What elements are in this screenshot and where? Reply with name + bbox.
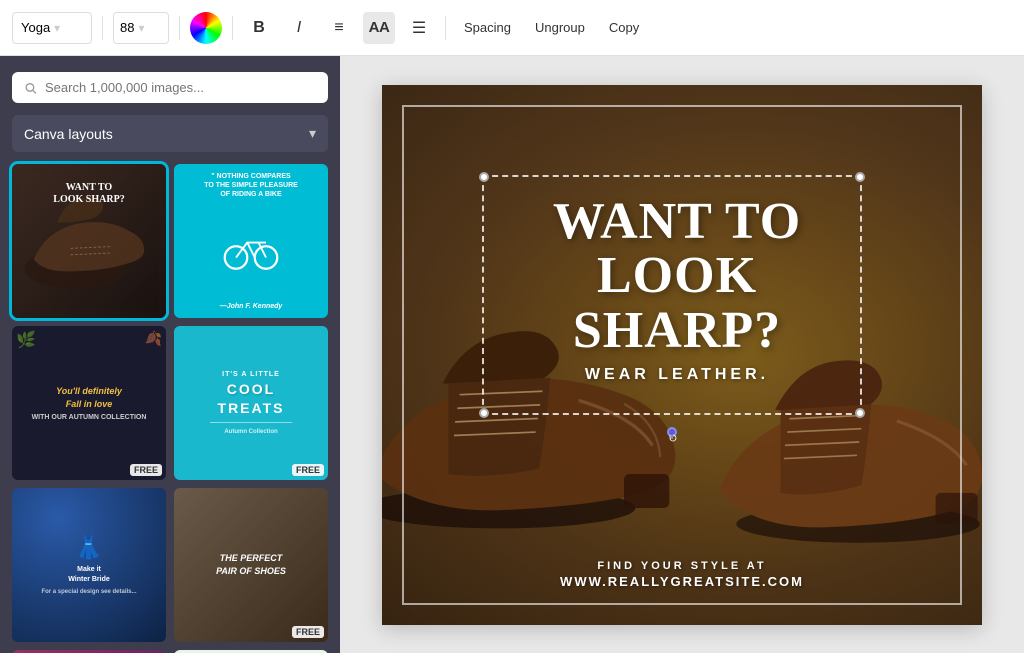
headline-line-2: LOOK SHARP? [492, 249, 862, 358]
canvas[interactable]: WANT TO LOOK SHARP? WEAR LEATHER. FIND Y… [382, 85, 982, 625]
spacing-button[interactable]: Spacing [456, 16, 519, 39]
ungroup-button[interactable]: Ungroup [527, 16, 593, 39]
list-button[interactable]: ☰ [403, 12, 435, 44]
divider-1 [102, 16, 103, 40]
main-area: Canva layouts ▾ [0, 56, 1024, 653]
spacing-label: Spacing [464, 20, 511, 35]
ungroup-label: Ungroup [535, 20, 585, 35]
list-icon: ☰ [412, 18, 426, 38]
align-icon: ≡ [334, 19, 343, 37]
italic-icon: I [297, 19, 301, 37]
free-badge-4: FREE [292, 464, 324, 476]
copy-label: Copy [609, 20, 639, 35]
copy-button[interactable]: Copy [601, 16, 647, 39]
free-badge-3: FREE [130, 464, 162, 476]
font-size-select[interactable]: 88 ▾ [113, 12, 169, 44]
layouts-label: Canva layouts [24, 126, 113, 142]
divider-3 [232, 16, 233, 40]
font-size-label: 88 [120, 20, 134, 35]
search-bar[interactable] [12, 72, 328, 103]
canvas-bottom-text: FIND YOUR STYLE AT WWW.REALLYGREATSITE.C… [382, 560, 982, 589]
color-picker-button[interactable] [190, 12, 222, 44]
template-preview-2: " NOTHING COMPARESTO THE SIMPLE PLEASURE… [174, 164, 328, 318]
free-badge-6: FREE [292, 626, 324, 638]
size-chevron-icon: ▾ [138, 21, 144, 35]
canvas-headline: WANT TO LOOK SHARP? [492, 195, 862, 359]
template-item-shoes-dark[interactable]: WANT TOLOOK SHARP? [12, 164, 166, 318]
italic-button[interactable]: I [283, 12, 315, 44]
template-preview-4: IT'S A LITTLE COOL TREATS Autumn Collect… [174, 326, 328, 480]
template-item-teal-bike[interactable]: " NOTHING COMPARESTO THE SIMPLE PLEASURE… [174, 164, 328, 318]
canvas-find-style-label: FIND YOUR STYLE AT [382, 560, 982, 572]
template-item-teal-treats[interactable]: IT'S A LITTLE COOL TREATS Autumn Collect… [174, 326, 328, 480]
divider-2 [179, 16, 180, 40]
canvas-website-label: WWW.REALLYGREATSITE.COM [382, 574, 982, 589]
bold-button[interactable]: B [243, 12, 275, 44]
template-preview-6: THE PERFECTPAIR OF SHOES FREE [174, 488, 328, 642]
search-input[interactable] [45, 80, 316, 95]
divider-4 [445, 16, 446, 40]
bike-icon [221, 225, 281, 275]
template-preview-1: WANT TOLOOK SHARP? [12, 164, 166, 318]
align-button[interactable]: ≡ [323, 12, 355, 44]
text-size-icon: AA [369, 19, 390, 36]
bold-icon: B [253, 19, 265, 37]
font-name-label: Yoga [21, 20, 50, 35]
template-preview-3: You'll definitelyFall in love WITH OUR A… [12, 326, 166, 480]
font-chevron-icon: ▾ [54, 21, 83, 35]
sidebar: Canva layouts ▾ [0, 56, 340, 653]
headline-line-1: WANT TO [492, 195, 862, 250]
search-icon [24, 81, 37, 95]
layouts-dropdown[interactable]: Canva layouts ▾ [12, 115, 328, 152]
layouts-chevron-icon: ▾ [309, 125, 316, 142]
canvas-subheadline: WEAR LEATHER. [492, 366, 862, 384]
template-item-shoes-brown[interactable]: THE PERFECTPAIR OF SHOES FREE [174, 488, 328, 642]
templates-grid: WANT TOLOOK SHARP? " NOTHING COMPARESTO … [12, 164, 328, 653]
canvas-area[interactable]: WANT TO LOOK SHARP? WEAR LEATHER. FIND Y… [340, 56, 1024, 653]
text-size-toggle-button[interactable]: AA [363, 12, 395, 44]
template-preview-5: 👗 Make itWinter Bride For a special desi… [12, 488, 166, 642]
font-family-select[interactable]: Yoga ▾ [12, 12, 92, 44]
template-item-dark-floral[interactable]: You'll definitelyFall in love WITH OUR A… [12, 326, 166, 480]
template-item-blue-dress[interactable]: 👗 Make itWinter Bride For a special desi… [12, 488, 166, 642]
canvas-main-text: WANT TO LOOK SHARP? WEAR LEATHER. [492, 195, 862, 385]
toolbar: Yoga ▾ 88 ▾ B I ≡ AA ☰ Spacing Ungroup C… [0, 0, 1024, 56]
